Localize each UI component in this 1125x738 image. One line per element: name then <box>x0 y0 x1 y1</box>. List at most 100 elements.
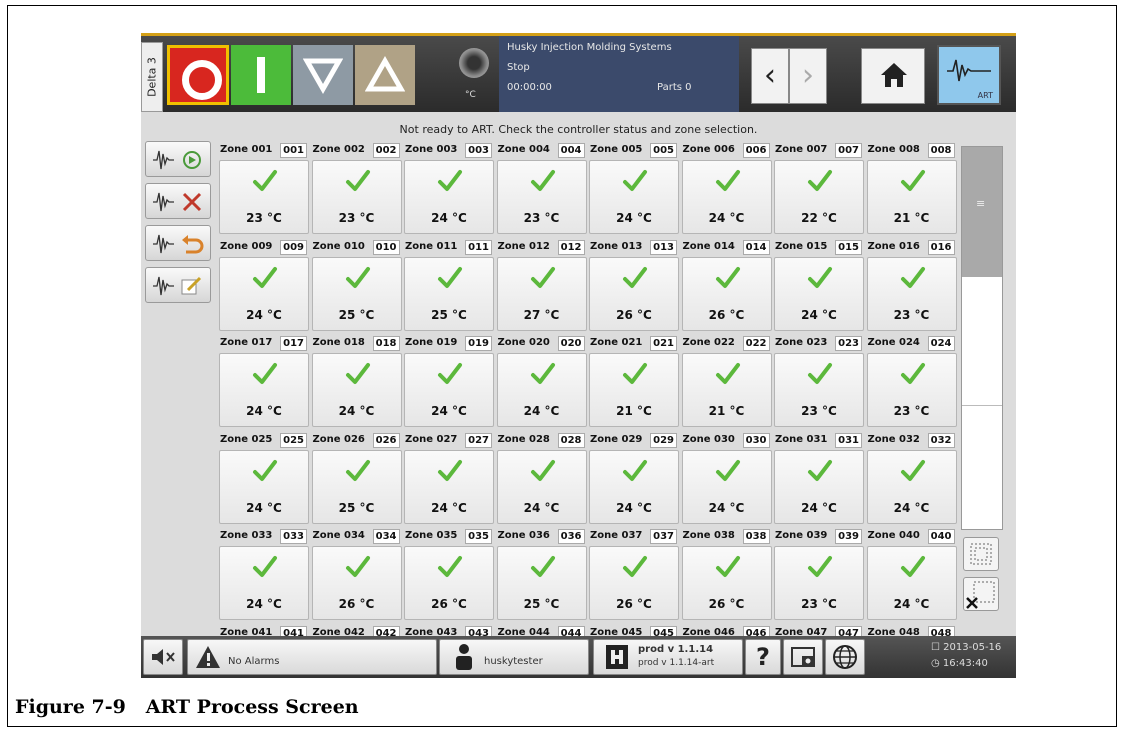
temperature-knob-icon[interactable] <box>459 48 489 78</box>
zone-tile[interactable]: Zone 026 026 25 °C <box>311 432 402 528</box>
zone-status[interactable]: 24 °C <box>311 353 402 427</box>
zone-status[interactable]: 26 °C <box>404 546 494 620</box>
zone-tile[interactable]: Zone 029 029 24 °C <box>589 432 679 528</box>
zone-tile[interactable]: Zone 014 014 26 °C <box>681 239 772 335</box>
zone-tile[interactable]: Zone 015 015 24 °C <box>774 239 864 335</box>
zone-tile[interactable]: Zone 024 024 23 °C <box>866 335 957 431</box>
zone-tile[interactable]: Zone 009 009 24 °C <box>219 239 309 335</box>
zone-status[interactable]: 24 °C <box>496 449 587 524</box>
zone-status[interactable]: 24 °C <box>866 449 957 524</box>
delta-tab[interactable]: Delta 3 <box>141 42 163 112</box>
zone-status[interactable]: 21 °C <box>681 353 772 427</box>
zone-status[interactable]: 26 °C <box>681 546 772 620</box>
start-button[interactable] <box>231 45 291 105</box>
zone-tile[interactable]: Zone 032 032 24 °C <box>866 432 957 528</box>
stop-button[interactable] <box>167 45 229 105</box>
zone-tile[interactable]: Zone 027 027 24 °C <box>404 432 494 528</box>
zone-tile[interactable]: Zone 039 039 23 °C <box>774 528 864 624</box>
zone-tile[interactable]: Zone 045 045 <box>589 625 679 636</box>
zone-tile[interactable]: Zone 023 023 23 °C <box>774 335 864 431</box>
zone-scrollbar[interactable]: ≡ <box>961 146 1003 530</box>
zone-status[interactable]: 26 °C <box>589 546 679 620</box>
zone-status[interactable]: 25 °C <box>496 546 587 620</box>
zone-status[interactable]: 25 °C <box>311 449 402 524</box>
zone-status[interactable]: 23 °C <box>866 256 957 331</box>
zone-tile[interactable]: Zone 030 030 24 °C <box>681 432 772 528</box>
nav-forward-button[interactable]: › <box>789 48 827 104</box>
zone-tile[interactable]: Zone 036 036 25 °C <box>496 528 587 624</box>
art-start-button[interactable] <box>145 141 211 177</box>
zone-status[interactable]: 26 °C <box>311 546 402 620</box>
zone-tile[interactable]: Zone 018 018 24 °C <box>311 335 402 431</box>
zone-status[interactable]: 21 °C <box>589 353 679 427</box>
zone-tile[interactable]: Zone 021 021 21 °C <box>589 335 679 431</box>
zone-status[interactable]: 24 °C <box>404 353 494 427</box>
zone-status[interactable]: 24 °C <box>404 449 494 524</box>
zone-tile[interactable]: Zone 010 010 25 °C <box>311 239 402 335</box>
zone-tile[interactable]: Zone 046 046 <box>682 625 772 636</box>
zone-status[interactable]: 23 °C <box>774 353 864 427</box>
zone-tile[interactable]: Zone 002 002 23 °C <box>311 142 402 238</box>
zone-tile[interactable]: Zone 040 040 24 °C <box>866 528 957 624</box>
mold-close-button[interactable] <box>293 45 353 105</box>
zone-status[interactable]: 21 °C <box>866 160 957 234</box>
zone-tile[interactable]: Zone 020 020 24 °C <box>496 335 587 431</box>
art-edit-button[interactable] <box>145 267 211 303</box>
zone-tile[interactable]: Zone 012 012 27 °C <box>496 239 587 335</box>
zone-tile[interactable]: Zone 037 037 26 °C <box>589 528 679 624</box>
zone-tile[interactable]: Zone 005 005 24 °C <box>589 142 679 238</box>
zone-tile[interactable]: Zone 047 047 <box>774 625 864 636</box>
zone-tile[interactable]: Zone 004 004 23 °C <box>496 142 587 238</box>
zone-tile[interactable]: Zone 035 035 26 °C <box>404 528 494 624</box>
zone-status[interactable]: 24 °C <box>219 353 309 427</box>
select-all-button[interactable] <box>963 537 999 571</box>
zone-status[interactable]: 24 °C <box>589 449 679 524</box>
version-button[interactable]: prod v 1.1.14 prod v 1.1.14-art <box>593 639 743 675</box>
zone-status[interactable]: 24 °C <box>496 353 587 427</box>
zone-status[interactable]: 25 °C <box>404 256 494 331</box>
zone-status[interactable]: 24 °C <box>681 160 772 234</box>
zone-tile[interactable]: Zone 028 028 24 °C <box>496 432 587 528</box>
zone-tile[interactable]: Zone 019 019 24 °C <box>404 335 494 431</box>
zone-tile[interactable]: Zone 034 034 26 °C <box>311 528 402 624</box>
zone-tile[interactable]: Zone 008 008 21 °C <box>866 142 957 238</box>
zone-tile[interactable]: Zone 031 031 24 °C <box>774 432 864 528</box>
alarms-button[interactable]: No Alarms <box>187 639 437 675</box>
zone-status[interactable]: 26 °C <box>681 256 772 331</box>
zone-status[interactable]: 24 °C <box>866 546 957 620</box>
zone-tile[interactable]: Zone 042 042 <box>312 625 402 636</box>
zone-status[interactable]: 23 °C <box>496 160 587 234</box>
zone-status[interactable]: 24 °C <box>774 449 864 524</box>
zone-tile[interactable]: Zone 043 043 <box>404 625 494 636</box>
art-button[interactable]: ART <box>937 45 1001 105</box>
zone-status[interactable]: 22 °C <box>774 160 864 234</box>
zone-status[interactable]: 24 °C <box>774 256 864 331</box>
zone-tile[interactable]: Zone 007 007 22 °C <box>774 142 864 238</box>
zone-tile[interactable]: Zone 048 048 <box>867 625 957 636</box>
help-button[interactable]: ? <box>745 639 781 675</box>
screenshot-button[interactable] <box>783 639 823 675</box>
zone-status[interactable]: 24 °C <box>219 546 309 620</box>
zone-tile[interactable]: Zone 044 044 <box>497 625 587 636</box>
mute-button[interactable] <box>143 639 183 675</box>
zone-tile[interactable]: Zone 013 013 26 °C <box>589 239 679 335</box>
zone-tile[interactable]: Zone 016 016 23 °C <box>866 239 957 335</box>
zone-tile[interactable]: Zone 011 011 25 °C <box>404 239 494 335</box>
zone-tile[interactable]: Zone 038 038 26 °C <box>681 528 772 624</box>
zone-status[interactable]: 24 °C <box>681 449 772 524</box>
nav-back-button[interactable]: ‹ <box>751 48 789 104</box>
user-button[interactable]: huskytester <box>439 639 589 675</box>
zone-status[interactable]: 23 °C <box>311 160 402 234</box>
home-button[interactable] <box>861 48 925 104</box>
zone-tile[interactable]: Zone 033 033 24 °C <box>219 528 309 624</box>
mold-open-button[interactable] <box>355 45 415 105</box>
deselect-all-button[interactable] <box>963 577 999 611</box>
zone-tile[interactable]: Zone 003 003 24 °C <box>404 142 494 238</box>
zone-status[interactable]: 24 °C <box>219 449 309 524</box>
art-revert-button[interactable] <box>145 225 211 261</box>
zone-status[interactable]: 23 °C <box>774 546 864 620</box>
zone-tile[interactable]: Zone 001 001 23 °C <box>219 142 309 238</box>
art-cancel-button[interactable] <box>145 183 211 219</box>
zone-tile[interactable]: Zone 006 006 24 °C <box>681 142 772 238</box>
zone-tile[interactable]: Zone 022 022 21 °C <box>681 335 772 431</box>
